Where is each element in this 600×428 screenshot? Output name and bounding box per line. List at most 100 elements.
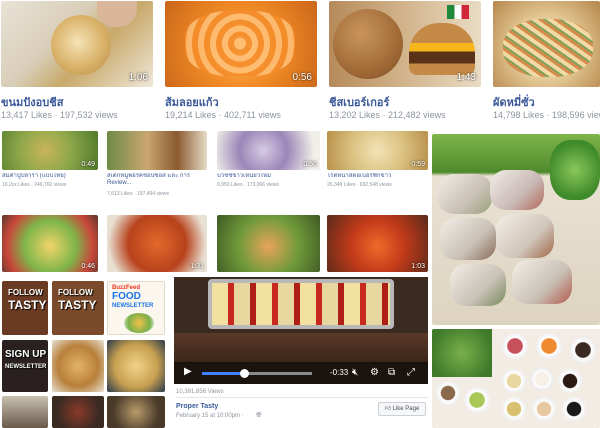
- post-date: February 15 at 10:00pm ·: [176, 413, 244, 419]
- poster-follow-tasty[interactable]: FOLLOW TASTY: [52, 281, 104, 335]
- video-title[interactable]: ขนมปังอบชีส: [1, 93, 153, 111]
- video-duration: 1:03: [411, 263, 425, 270]
- video-thumb-red-soup[interactable]: 1:31: [107, 215, 207, 272]
- video-view-count: 10,391,856 Views: [176, 389, 224, 395]
- video-duration: 0:56: [303, 161, 317, 168]
- play-icon[interactable]: ▶: [184, 366, 192, 377]
- roll-image: [490, 170, 544, 210]
- progress-fill: [202, 372, 244, 375]
- roll-image: [438, 174, 492, 214]
- bun-image: [333, 9, 403, 79]
- video-thumb-pork-chop[interactable]: [107, 131, 207, 170]
- video-player[interactable]: ▶ -0:33 🔇︎ ⚙ ⧉ ⤢: [174, 277, 428, 384]
- video-stats: 10,2xx Likes · 249,760 views: [2, 182, 67, 188]
- food-image: [124, 313, 154, 333]
- bowl-image: [464, 387, 490, 413]
- herbs-image: [432, 329, 492, 377]
- food-image: [185, 11, 295, 76]
- video-thumb-roti-strawberry[interactable]: 0:59: [327, 131, 428, 170]
- video-thumb-cheeseburger[interactable]: 1:43: [329, 1, 481, 87]
- video-stats: 13,202 Likes · 212,482 views: [329, 110, 446, 120]
- video-thumb-tofu-greens[interactable]: [217, 215, 320, 272]
- poster-newsletter-label: NEWSLETTER: [5, 364, 47, 370]
- poster-food-thumb[interactable]: [2, 396, 48, 428]
- poster-newsletter-label: NEWSLETTER: [112, 303, 154, 309]
- ingredients-photo[interactable]: [432, 329, 600, 428]
- poster-food-thumb[interactable]: [52, 396, 104, 428]
- video-thumb-salad-plate[interactable]: 0:46: [2, 215, 98, 272]
- player-controls: ▶ -0:33 🔇︎ ⚙ ⧉ ⤢: [174, 362, 428, 384]
- video-thumb-sticky-rice[interactable]: 0:56: [217, 131, 320, 170]
- like-page-label: Like Page: [392, 406, 420, 412]
- flag-icon: [447, 5, 469, 19]
- hand-image: [97, 1, 137, 27]
- bowl-image: [502, 397, 526, 421]
- video-duration: 1:06: [128, 72, 148, 83]
- popout-icon[interactable]: ⧉: [388, 367, 395, 378]
- volume-mute-icon[interactable]: 🔇︎: [352, 367, 358, 378]
- burger-image: [409, 23, 475, 75]
- video-thumb-cheese-bread[interactable]: 1:06: [1, 1, 153, 87]
- globe-icon: 🌐︎: [256, 412, 262, 419]
- food-image: [51, 15, 111, 75]
- roll-image: [512, 260, 572, 304]
- page-divider: [176, 397, 428, 398]
- poster-food-label: FOOD: [112, 291, 141, 302]
- video-title[interactable]: บวชชีข้าวเหนียวใหม่: [217, 173, 317, 180]
- video-duration: 0:59: [411, 161, 425, 168]
- progress-handle[interactable]: [239, 369, 249, 378]
- bowl-image: [436, 381, 460, 405]
- poster-follow-tasty[interactable]: FOLLOW TASTY: [2, 281, 48, 335]
- board-image: [174, 333, 428, 363]
- bowl-image: [536, 333, 562, 359]
- lasagna-tray-image: [208, 279, 394, 329]
- bowl-image: [532, 397, 556, 421]
- video-title[interactable]: ชีสเบอร์เกอร์: [329, 93, 481, 111]
- time-remaining: -0:33: [330, 368, 349, 377]
- video-title[interactable]: โรตีหน้าสตอเบอรี่ฟักข้าว: [327, 173, 427, 180]
- thumbs-up-icon: 👍︎: [384, 406, 391, 412]
- video-stats: 26,349 Likes · 692,548 views: [327, 182, 392, 188]
- spring-rolls-photo[interactable]: [432, 134, 600, 325]
- fullscreen-icon[interactable]: ⤢: [407, 367, 415, 378]
- bowl-image: [530, 367, 554, 391]
- poster-follow-label: FOLLOW: [58, 288, 93, 297]
- poster-pasta[interactable]: [107, 340, 165, 392]
- bowl-image: [502, 369, 526, 393]
- bowl-image: [562, 397, 586, 421]
- like-page-button[interactable]: 👍︎ Like Page: [378, 402, 426, 416]
- video-title[interactable]: ส้มลอยแก้ว: [165, 93, 317, 111]
- video-thumb-papaya-salad[interactable]: 0:49: [2, 131, 98, 170]
- poster-tasty-label: TASTY: [58, 298, 97, 312]
- video-title[interactable]: ส้มตำปูปลาร้า (แบบไทย): [2, 173, 98, 180]
- progress-bar[interactable]: [202, 369, 312, 378]
- video-stats: 13,417 Likes · 197,532 views: [1, 110, 118, 120]
- poster-food-newsletter[interactable]: BuzzFeed FOOD NEWSLETTER: [107, 281, 165, 335]
- roll-image: [440, 218, 496, 260]
- herb-image: [550, 140, 600, 200]
- video-thumb-tomato-stew[interactable]: 1:03: [327, 215, 428, 272]
- video-duration: 1:31: [190, 263, 204, 270]
- bowl-image: [570, 337, 596, 363]
- poster-follow-label: FOLLOW: [8, 288, 43, 297]
- settings-gear-icon[interactable]: ⚙: [370, 367, 379, 378]
- video-stats: 7,613 Likes · 197,494 views: [107, 191, 169, 197]
- video-thumb-orange-dessert[interactable]: 0:56: [165, 1, 317, 87]
- food-image: [503, 19, 593, 77]
- video-title[interactable]: สเต๊กหมูพอร์คชอปซอส และ การ Review...: [107, 173, 203, 187]
- video-thumb-stir-fry-noodles[interactable]: [493, 1, 600, 87]
- video-duration: 0:46: [81, 263, 95, 270]
- roll-image: [450, 264, 506, 306]
- poster-sign-up-newsletter[interactable]: SIGN UP NEWSLETTER: [2, 340, 48, 392]
- roll-image: [496, 214, 554, 258]
- page-name-link[interactable]: Proper Tasty: [176, 403, 218, 410]
- video-duration: 0:56: [292, 72, 312, 83]
- poster-food-thumb[interactable]: [107, 396, 165, 428]
- video-title[interactable]: ผัดหมี่ซั่ว: [493, 93, 600, 111]
- poster-signup-label: SIGN UP: [5, 349, 47, 360]
- bowl-image: [502, 333, 528, 359]
- video-stats: 6,950 Likes · 173,066 views: [217, 182, 279, 188]
- poster-tasty-label: TASTY: [8, 298, 47, 312]
- bowl-image: [558, 369, 582, 393]
- poster-bread-bowl[interactable]: [52, 340, 104, 392]
